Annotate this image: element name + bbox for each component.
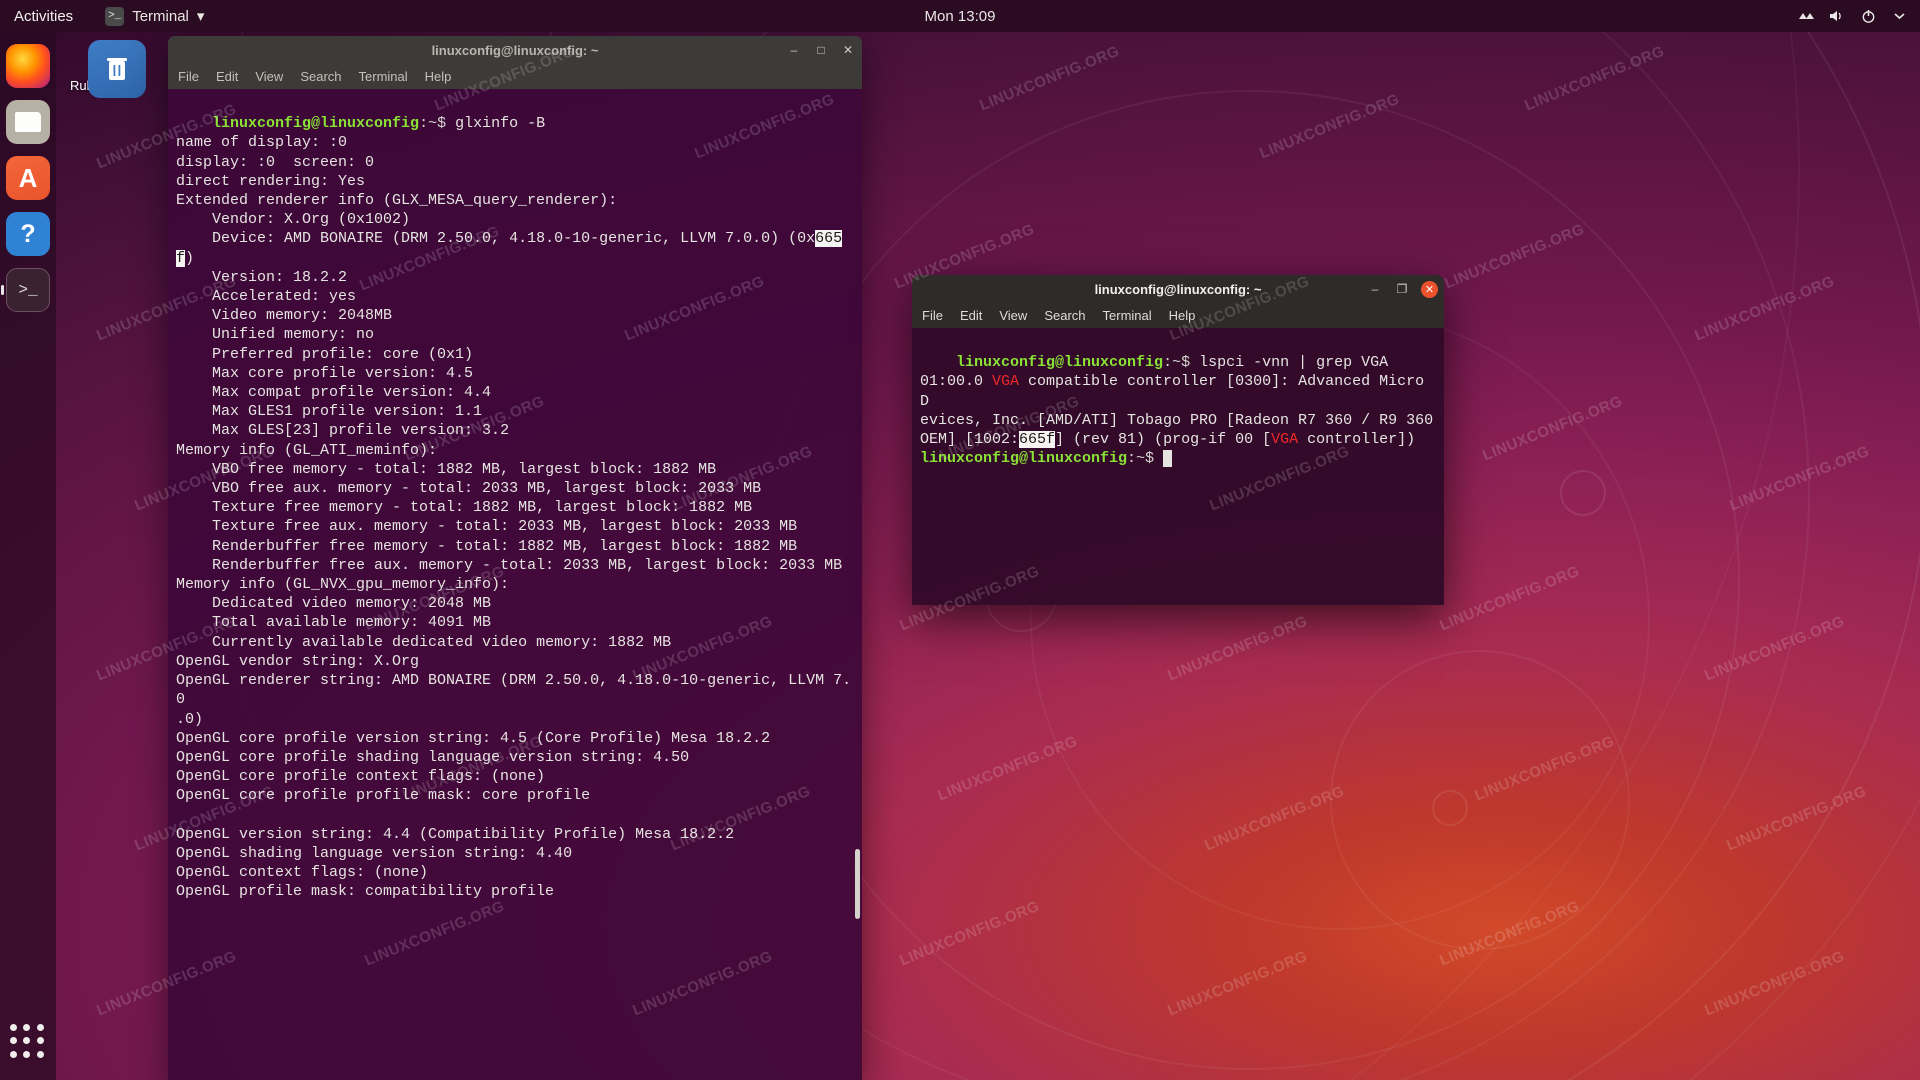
terminal-cursor [1163, 450, 1172, 467]
watermark: LINUXCONFIG.ORG [1522, 43, 1667, 115]
maximize-button[interactable]: ❐ [1394, 281, 1410, 297]
watermark: LINUXCONFIG.ORG [1702, 948, 1847, 1020]
shell-prompt-user: linuxconfig@linuxconfig [956, 354, 1163, 371]
terminal-window-lspci[interactable]: linuxconfig@linuxconfig: ~ – ❐ ✕ File Ed… [912, 275, 1444, 605]
titlebar[interactable]: linuxconfig@linuxconfig: ~ – □ ✕ [168, 36, 862, 64]
dock-item-label: A [19, 163, 38, 194]
window-controls: – ❐ ✕ [1367, 281, 1438, 298]
selected-device-id[interactable]: 665f [1019, 431, 1055, 448]
chevron-down-icon: ▾ [197, 7, 205, 25]
shell-prompt-user: linuxconfig@linuxconfig [212, 115, 419, 132]
window-title: linuxconfig@linuxconfig: ~ [912, 282, 1444, 297]
watermark: LINUXCONFIG.ORG [897, 898, 1042, 970]
minimize-button[interactable]: – [786, 42, 802, 58]
dock-item-help[interactable]: ? [6, 212, 50, 256]
terminal-icon: >_ [105, 7, 124, 26]
window-title: linuxconfig@linuxconfig: ~ [168, 43, 862, 58]
watermark: LINUXCONFIG.ORG [1724, 783, 1869, 855]
watermark: LINUXCONFIG.ORG [1165, 948, 1310, 1020]
watermark: LINUXCONFIG.ORG [1727, 443, 1872, 515]
dock-item-ubuntu-software[interactable]: A [6, 156, 50, 200]
output-block-post: ) Version: 18.2.2 Accelerated: yes Video… [176, 250, 851, 901]
watermark: LINUXCONFIG.ORG [1165, 613, 1310, 685]
terminal-window-glxinfo[interactable]: linuxconfig@linuxconfig: ~ – □ ✕ File Ed… [168, 36, 862, 1080]
watermark: LINUXCONFIG.ORG [1437, 898, 1582, 970]
maximize-button[interactable]: □ [813, 42, 829, 58]
menu-item-terminal[interactable]: Terminal [359, 69, 408, 84]
menu-item-view[interactable]: View [255, 69, 283, 84]
top-bar: Activities >_ Terminal ▾ Mon 13:09 [0, 0, 1920, 32]
show-applications-button[interactable] [10, 1024, 46, 1060]
menu-item-help[interactable]: Help [425, 69, 452, 84]
menu-item-file[interactable]: File [922, 308, 943, 323]
dock-item-label: >_ [18, 281, 37, 299]
lspci-line-tail-b: controller]) [1298, 431, 1415, 448]
vga-keyword-2: VGA [1271, 431, 1298, 448]
dock-item-files[interactable] [6, 100, 50, 144]
menu-bar: File Edit View Search Terminal Help [168, 64, 862, 89]
menu-item-edit[interactable]: Edit [216, 69, 238, 84]
shell-prompt-path: :~$ [419, 115, 455, 132]
watermark: LINUXCONFIG.ORG [1442, 221, 1587, 293]
shell-prompt-path-2: :~$ [1127, 450, 1163, 467]
watermark: LINUXCONFIG.ORG [1437, 563, 1582, 635]
menu-item-terminal[interactable]: Terminal [1103, 308, 1152, 323]
shell-prompt-path: :~$ [1163, 354, 1199, 371]
titlebar[interactable]: linuxconfig@linuxconfig: ~ – ❐ ✕ [912, 275, 1444, 303]
power-icon[interactable] [1859, 7, 1877, 25]
watermark: LINUXCONFIG.ORG [1472, 733, 1617, 805]
app-menu-terminal[interactable]: >_ Terminal ▾ [105, 7, 204, 26]
dock-item-label: ? [20, 220, 35, 249]
lspci-line-tail-a: ] (rev 81) (prog-if 00 [ [1055, 431, 1271, 448]
menu-item-search[interactable]: Search [1044, 308, 1085, 323]
lspci-line-prefix: 01:00.0 [920, 373, 992, 390]
menu-item-edit[interactable]: Edit [960, 308, 982, 323]
minimize-button[interactable]: – [1367, 281, 1383, 297]
watermark: LINUXCONFIG.ORG [1702, 613, 1847, 685]
menu-item-file[interactable]: File [178, 69, 199, 84]
close-button[interactable]: ✕ [840, 42, 856, 58]
app-menu-label: Terminal [132, 8, 189, 25]
vga-keyword: VGA [992, 373, 1019, 390]
activities-button[interactable]: Activities [14, 8, 73, 25]
shell-prompt-user-2: linuxconfig@linuxconfig [920, 450, 1127, 467]
terminal-output-lspci[interactable]: linuxconfig@linuxconfig:~$ lspci -vnn | … [912, 328, 1444, 605]
dock-item-firefox[interactable] [6, 44, 50, 88]
watermark: LINUXCONFIG.ORG [1257, 91, 1402, 163]
watermark: LINUXCONFIG.ORG [1480, 393, 1625, 465]
shell-command: glxinfo -B [455, 115, 545, 132]
menu-item-search[interactable]: Search [300, 69, 341, 84]
terminal-output-glxinfo[interactable]: linuxconfig@linuxconfig:~$ glxinfo -B na… [168, 89, 862, 1080]
window-controls: – □ ✕ [786, 42, 856, 58]
menu-item-view[interactable]: View [999, 308, 1027, 323]
menu-bar: File Edit View Search Terminal Help [912, 303, 1444, 328]
watermark: LINUXCONFIG.ORG [977, 43, 1122, 115]
watermark: LINUXCONFIG.ORG [1692, 273, 1837, 345]
close-button[interactable]: ✕ [1421, 281, 1438, 298]
output-block-pre: name of display: :0 display: :0 screen: … [176, 134, 815, 247]
system-tray [1797, 7, 1908, 25]
menu-item-help[interactable]: Help [1169, 308, 1196, 323]
chevron-down-icon[interactable] [1890, 7, 1908, 25]
network-icon[interactable] [1797, 7, 1815, 25]
shell-command: lspci -vnn | grep VGA [1199, 354, 1388, 371]
clock[interactable]: Mon 13:09 [925, 8, 996, 25]
watermark: LINUXCONFIG.ORG [1202, 783, 1347, 855]
dock-item-terminal[interactable]: >_ [6, 268, 50, 312]
watermark: LINUXCONFIG.ORG [935, 733, 1080, 805]
desktop-icon-rubbish-bin[interactable] [88, 40, 146, 98]
dock: A ? >_ [0, 32, 56, 1080]
scrollbar-thumb[interactable] [855, 849, 860, 919]
volume-icon[interactable] [1828, 7, 1846, 25]
